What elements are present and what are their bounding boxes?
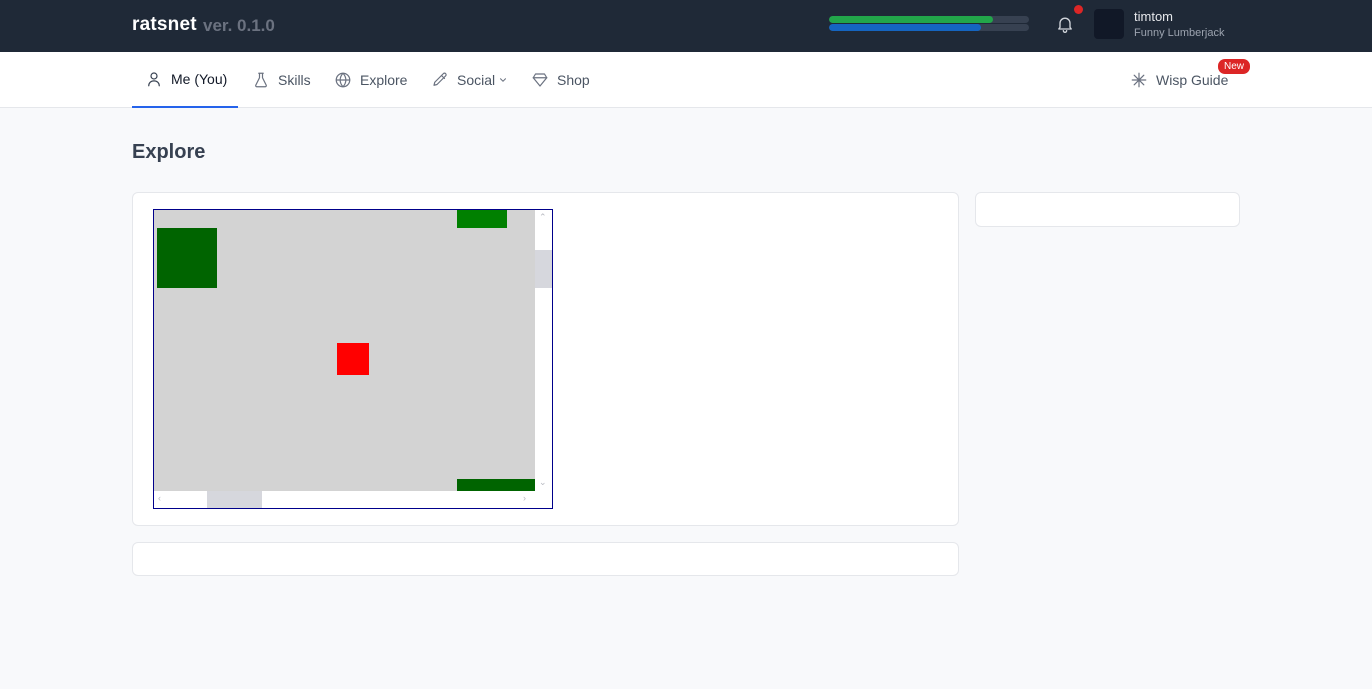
- scroll-left-icon[interactable]: ‹: [158, 494, 161, 503]
- main-nav: Me (You) Skills Explore Social Shop Wisp…: [0, 52, 1372, 108]
- pencil-icon: [433, 72, 447, 86]
- user-title: Funny Lumberjack: [1134, 27, 1225, 39]
- globe-icon: [335, 72, 351, 88]
- nav-skills[interactable]: Skills: [252, 52, 311, 108]
- tree-tile[interactable]: [457, 479, 535, 491]
- map-horizontal-scrollbar[interactable]: ‹ ›: [154, 491, 535, 508]
- notification-dot: [1074, 5, 1083, 14]
- new-badge: New: [1218, 59, 1251, 74]
- nav-social-label: Social: [457, 72, 496, 88]
- explore-map[interactable]: ⌃ ⌄ ‹ ›: [153, 209, 553, 509]
- nav-me[interactable]: Me (You): [132, 52, 238, 108]
- nav-wisp-guide[interactable]: Wisp Guide: [1130, 52, 1228, 108]
- top-header: ratsnet ver. 0.1.0 timtom Funny Lumberja…: [0, 0, 1372, 52]
- scroll-up-icon[interactable]: ⌃: [539, 213, 547, 222]
- horizontal-scroll-thumb[interactable]: [207, 491, 262, 508]
- nav-me-label: Me (You): [171, 71, 228, 87]
- hp-bar-fill: [829, 24, 981, 31]
- chevron-down-icon: [500, 78, 507, 82]
- hp-bar: [829, 24, 1029, 31]
- nav-shop[interactable]: Shop: [531, 52, 590, 108]
- nav-wisp-label: Wisp Guide: [1156, 72, 1229, 88]
- nav-shop-label: Shop: [557, 72, 590, 88]
- bottom-card: [132, 542, 959, 576]
- xp-bar: [829, 16, 1029, 23]
- user-name[interactable]: timtom: [1134, 9, 1173, 24]
- user-icon: [148, 72, 160, 87]
- player-marker: [337, 343, 369, 375]
- bell-icon[interactable]: [1055, 14, 1075, 34]
- side-card: [975, 192, 1240, 227]
- nav-explore[interactable]: Explore: [334, 52, 407, 108]
- avatar[interactable]: [1094, 9, 1124, 39]
- app-version: ver. 0.1.0: [203, 16, 275, 35]
- map-vertical-scrollbar[interactable]: ⌃ ⌄: [535, 210, 552, 491]
- tree-tile[interactable]: [157, 228, 217, 288]
- scrollbar-corner: [535, 491, 552, 508]
- vertical-scroll-thumb[interactable]: [535, 250, 552, 288]
- page-title: Explore: [132, 141, 206, 163]
- nav-social[interactable]: Social: [431, 52, 508, 108]
- xp-bar-fill: [829, 16, 993, 23]
- map-viewport[interactable]: [154, 210, 535, 491]
- nav-skills-label: Skills: [278, 72, 311, 88]
- sparkle-icon: [1131, 72, 1147, 88]
- app-brand[interactable]: ratsnet: [132, 14, 197, 36]
- diamond-icon: [532, 73, 548, 87]
- scroll-right-icon[interactable]: ›: [523, 494, 526, 503]
- scroll-down-icon[interactable]: ⌄: [539, 478, 547, 487]
- tree-tile[interactable]: [457, 210, 507, 228]
- nav-explore-label: Explore: [360, 72, 408, 88]
- flask-icon: [255, 72, 267, 88]
